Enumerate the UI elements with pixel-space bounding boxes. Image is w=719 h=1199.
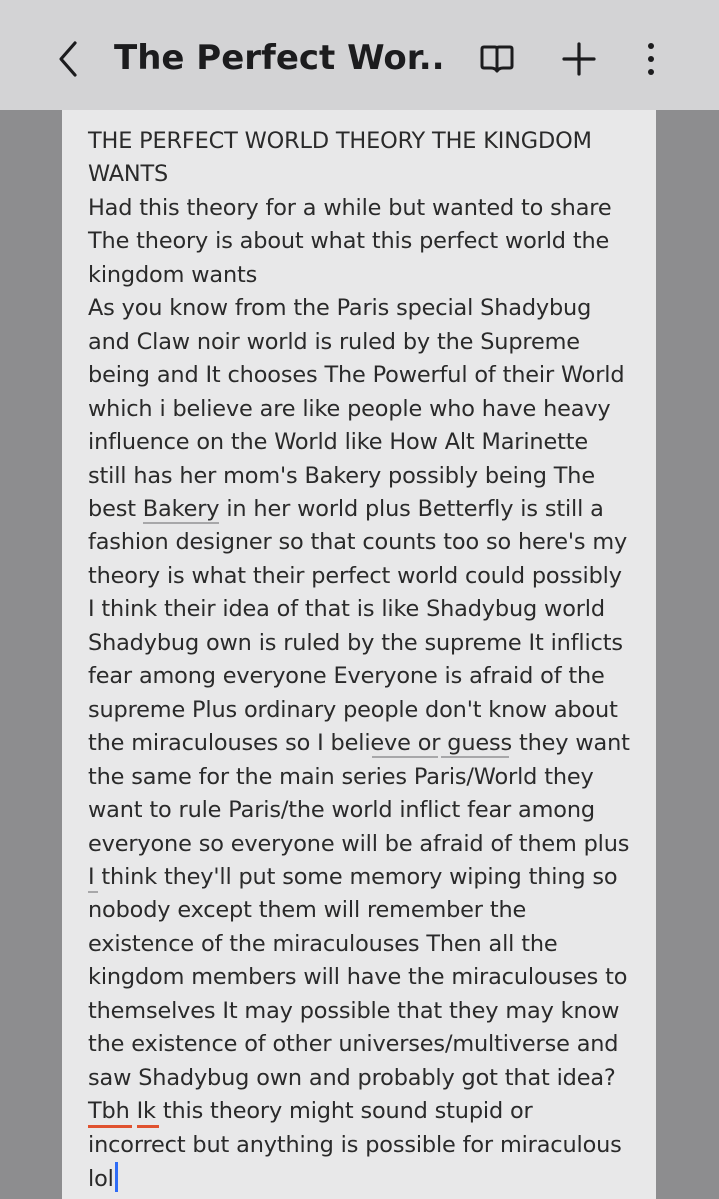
grammar-underline — [143, 522, 219, 524]
note-text: THE PERFECT WORLD THEORY THE KINGDOM WAN… — [88, 128, 630, 1193]
note-title: The Perfect Wor... — [114, 38, 444, 78]
spellcheck-underline — [137, 1125, 159, 1128]
note-text-area[interactable]: THE PERFECT WORLD THEORY THE KINGDOM WAN… — [88, 125, 648, 1197]
grammar-underline — [441, 756, 509, 758]
spellcheck-underline — [88, 1125, 132, 1128]
app-header: The Perfect Wor... — [0, 0, 719, 110]
book-open-icon — [480, 45, 514, 73]
text-cursor — [114, 1162, 118, 1193]
grammar-underline — [372, 756, 438, 758]
reader-mode-button[interactable] — [474, 36, 520, 82]
add-button[interactable] — [556, 36, 602, 82]
more-vertical-icon — [648, 43, 654, 75]
more-options-button[interactable] — [628, 36, 674, 82]
back-button[interactable] — [48, 36, 88, 82]
plus-icon — [562, 42, 596, 76]
grammar-underline — [88, 891, 98, 893]
chevron-left-icon — [59, 41, 77, 77]
